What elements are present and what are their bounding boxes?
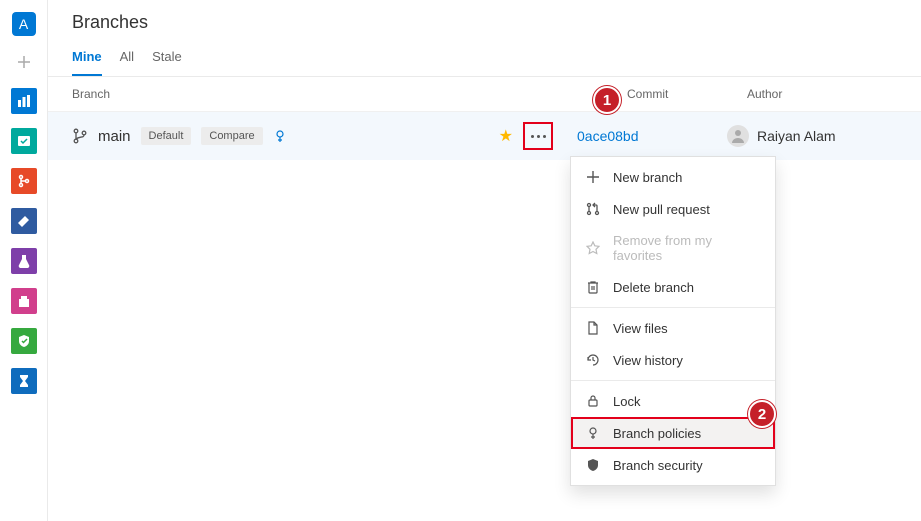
callout-marker-2: 2 (748, 400, 776, 428)
pull-request-icon (585, 201, 601, 217)
author-cell: Raiyan Alam (727, 125, 897, 147)
menu-new-branch[interactable]: New branch (571, 161, 775, 193)
tab-mine[interactable]: Mine (72, 41, 102, 76)
menu-branch-policies[interactable]: Branch policies (571, 417, 775, 449)
menu-label: View history (613, 353, 683, 368)
default-chip: Default (141, 127, 192, 145)
tab-stale[interactable]: Stale (152, 41, 182, 76)
shield-icon (585, 457, 601, 473)
row-actions: ★ (499, 122, 553, 150)
menu-delete-branch[interactable]: Delete branch (571, 271, 775, 303)
commit-hash-link[interactable]: 0ace08bd (577, 128, 639, 144)
menu-view-files[interactable]: View files (571, 312, 775, 344)
column-branch: Branch (72, 87, 452, 101)
favorite-star-icon[interactable]: ★ (499, 126, 513, 146)
lock-icon (585, 393, 601, 409)
nav-item-repos[interactable] (11, 168, 37, 194)
menu-label: Delete branch (613, 280, 694, 295)
nav-item-compliance[interactable] (11, 328, 37, 354)
branch-policy-icon (273, 129, 287, 143)
tab-all[interactable]: All (120, 41, 134, 76)
table-header: Branch Commit Author (48, 77, 921, 112)
author-name-label: Raiyan Alam (757, 128, 836, 144)
callout-marker-1: 1 (593, 86, 621, 114)
history-icon (585, 352, 601, 368)
nav-item-time[interactable] (11, 368, 37, 394)
more-icon (531, 135, 546, 138)
menu-remove-favorites: Remove from my favorites (571, 225, 775, 271)
menu-label: Branch security (613, 458, 703, 473)
compare-chip: Compare (201, 127, 262, 145)
column-author: Author (747, 87, 897, 101)
main-content: Branches Mine All Stale Branch Commit Au… (48, 0, 921, 521)
more-options-button[interactable] (523, 122, 553, 150)
file-icon (585, 320, 601, 336)
star-outline-icon (585, 240, 601, 256)
branch-context-menu: New branch New pull request Remove from … (570, 156, 776, 486)
menu-label: Lock (613, 394, 640, 409)
menu-branch-security[interactable]: Branch security (571, 449, 775, 481)
menu-lock[interactable]: Lock (571, 385, 775, 417)
author-avatar-icon (727, 125, 749, 147)
branch-name-cell: main Default Compare (72, 127, 452, 145)
branch-icon (72, 128, 88, 144)
policy-icon (585, 425, 601, 441)
plus-icon (585, 169, 601, 185)
menu-new-pr[interactable]: New pull request (571, 193, 775, 225)
branch-name-label: main (98, 128, 131, 145)
nav-item-work[interactable] (11, 128, 37, 154)
commit-cell: 0ace08bd (577, 128, 727, 144)
menu-label: New pull request (613, 202, 710, 217)
nav-item-pipelines[interactable] (11, 208, 37, 234)
trash-icon (585, 279, 601, 295)
menu-label: View files (613, 321, 668, 336)
nav-item-artifacts[interactable] (11, 288, 37, 314)
menu-view-history[interactable]: View history (571, 344, 775, 376)
tabs: Mine All Stale (48, 41, 921, 77)
menu-label: Remove from my favorites (613, 233, 761, 263)
add-project-icon[interactable] (12, 50, 36, 74)
left-nav-rail: A (0, 0, 48, 521)
project-badge[interactable]: A (12, 12, 36, 36)
menu-divider (571, 380, 775, 381)
nav-item-test[interactable] (11, 248, 37, 274)
nav-item-boards[interactable] (11, 88, 37, 114)
menu-label: Branch policies (613, 426, 701, 441)
column-commit: Commit (627, 87, 747, 101)
page-title: Branches (48, 0, 921, 41)
menu-divider (571, 307, 775, 308)
menu-label: New branch (613, 170, 682, 185)
branch-row-main[interactable]: main Default Compare ★ 0ace08bd Raiyan A… (48, 112, 921, 160)
